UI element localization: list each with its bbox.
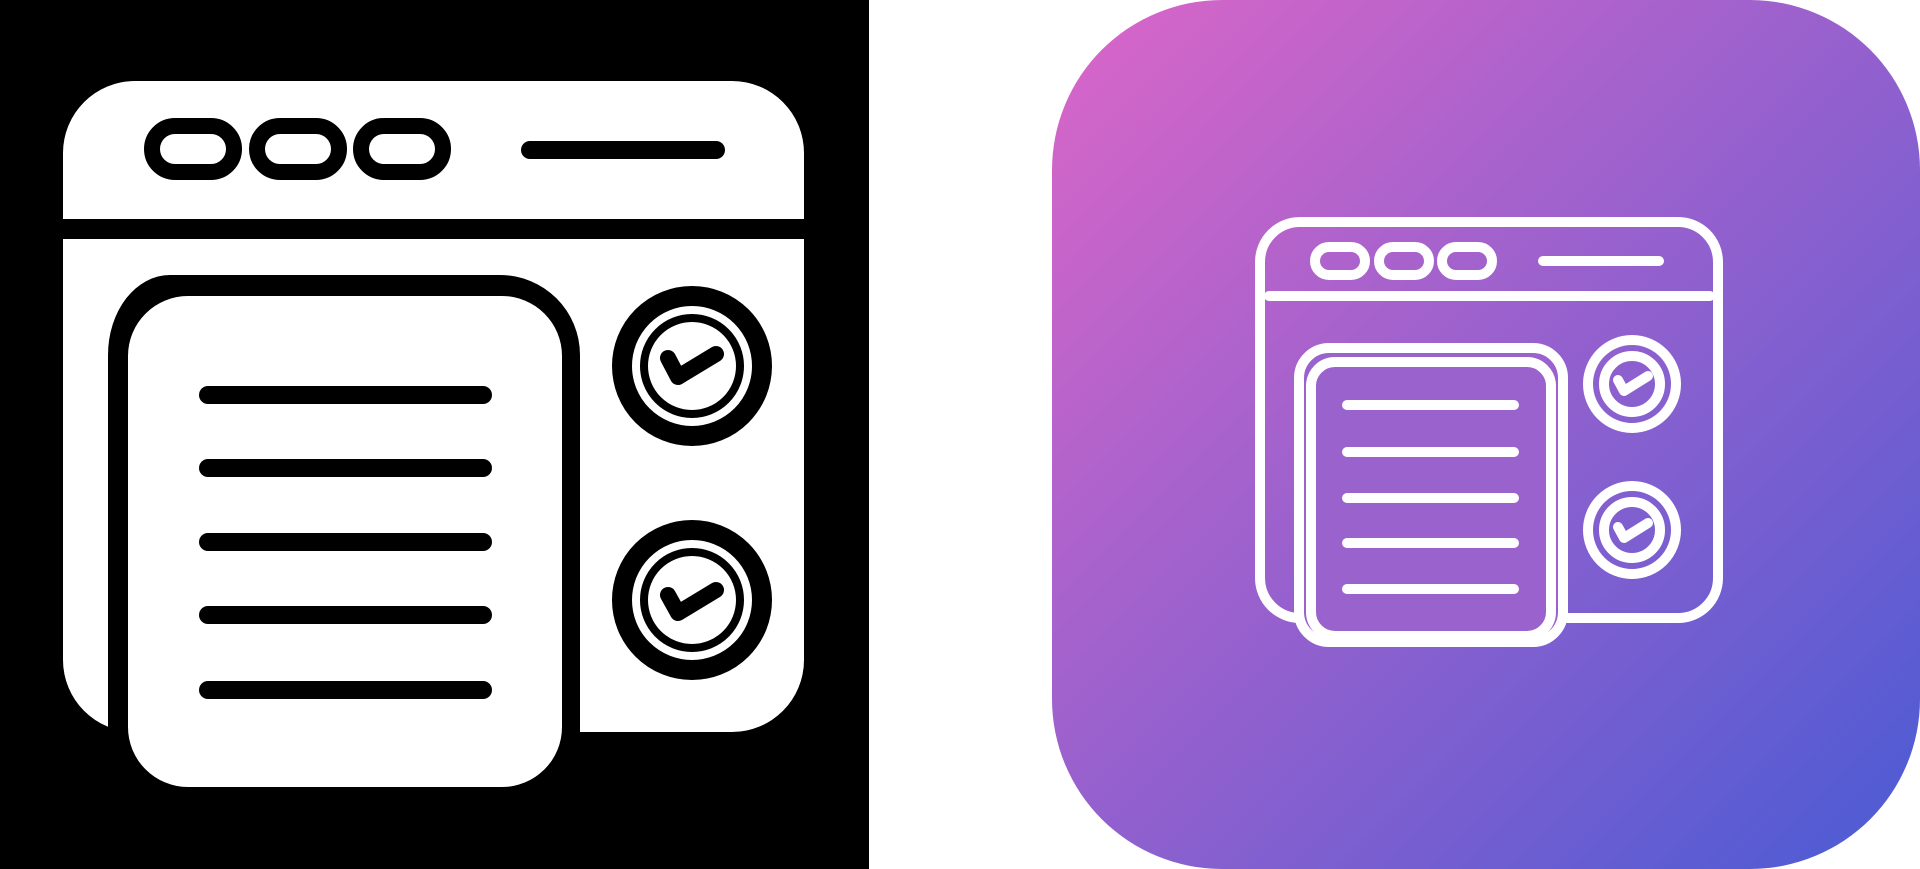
glyph-icon-tile xyxy=(0,0,869,869)
gradient-icon-tile xyxy=(1052,0,1920,869)
check-circle-1 xyxy=(612,286,772,446)
browser-titlebar-divider xyxy=(63,219,804,239)
browser-document-checklist-line-icon xyxy=(1052,0,1920,869)
check-circle-2 xyxy=(612,520,772,680)
browser-document-checklist-glyph-icon xyxy=(0,0,869,869)
